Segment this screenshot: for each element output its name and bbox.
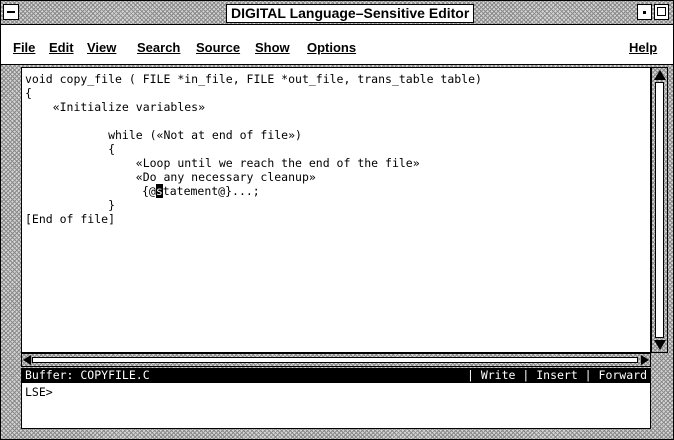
scroll-right-arrow-icon[interactable] <box>641 355 649 365</box>
vertical-scrollbar[interactable] <box>651 67 668 353</box>
text-cursor: s <box>155 184 163 198</box>
menu-bar: File Edit View Search Source Show Option… <box>1 25 673 65</box>
command-prompt: LSE> <box>25 385 53 399</box>
minimize-button[interactable] <box>637 4 652 20</box>
buffer-name: Buffer: COPYFILE.C <box>25 368 150 382</box>
placeholder-rest: tatement@}...; <box>162 184 260 198</box>
end-of-file-marker: [End of file] <box>25 212 116 226</box>
code-line: «Loop until we reach the end of the file… <box>25 156 420 170</box>
menu-file[interactable]: File <box>13 40 35 55</box>
menu-source[interactable]: Source <box>196 40 240 55</box>
scroll-down-arrow-icon[interactable] <box>654 340 666 350</box>
scroll-left-arrow-icon[interactable] <box>23 355 31 365</box>
status-bar: Buffer: COPYFILE.C | Write | Insert | Fo… <box>21 368 651 383</box>
menu-view[interactable]: View <box>87 40 116 55</box>
title-bar[interactable]: DIGITAL Language–Sensitive Editor <box>1 1 673 25</box>
menu-options[interactable]: Options <box>307 40 356 55</box>
menu-help[interactable]: Help <box>629 40 657 55</box>
menu-show[interactable]: Show <box>255 40 290 55</box>
menu-edit[interactable]: Edit <box>49 40 74 55</box>
window-menu-button[interactable] <box>3 4 19 20</box>
code-line: «Do any necessary cleanup» <box>25 170 316 184</box>
placeholder-line: {@statement@}...; <box>142 184 260 198</box>
vertical-scroll-thumb[interactable] <box>655 82 664 338</box>
lse-window: DIGITAL Language–Sensitive Editor File E… <box>0 0 674 440</box>
menu-search[interactable]: Search <box>137 40 180 55</box>
placeholder-start: {@ <box>142 184 156 198</box>
mode-flags: | Write | Insert | Forward <box>466 368 647 382</box>
code-line: } <box>25 198 116 212</box>
code-line: void copy_file ( FILE *in_file, FILE *ou… <box>25 72 482 86</box>
window-title: DIGITAL Language–Sensitive Editor <box>226 4 475 23</box>
resize-button[interactable] <box>654 4 669 20</box>
command-area[interactable]: LSE> <box>21 383 651 429</box>
code-line: { <box>25 142 116 156</box>
editor-pane[interactable]: void copy_file ( FILE *in_file, FILE *ou… <box>21 67 651 353</box>
scroll-up-arrow-icon[interactable] <box>654 70 666 80</box>
horizontal-scrollbar[interactable] <box>21 353 651 367</box>
horizontal-scroll-thumb[interactable] <box>32 357 638 363</box>
code-line: «Initialize variables» <box>25 100 206 114</box>
code-line: { <box>25 86 32 100</box>
code-line: while («Not at end of file») <box>25 128 302 142</box>
